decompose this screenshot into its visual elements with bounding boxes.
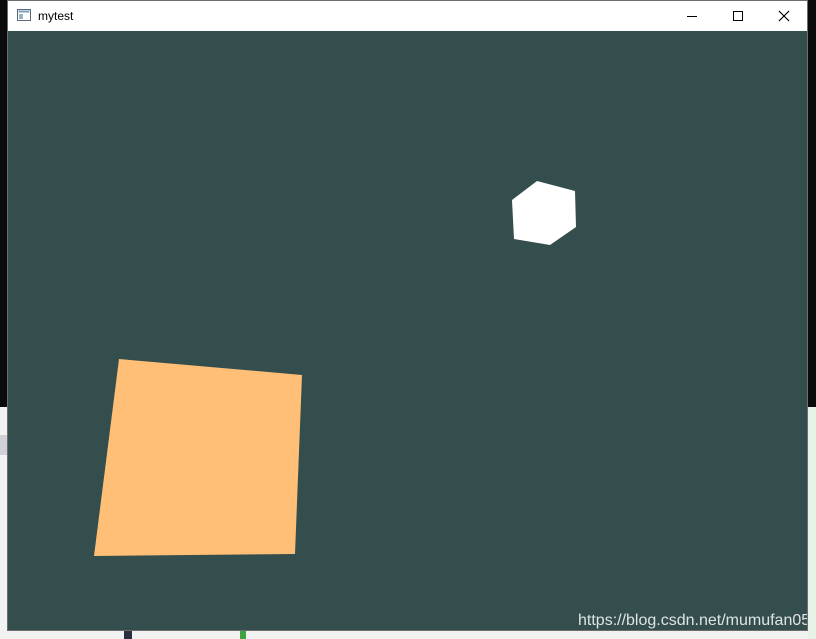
minimize-icon <box>687 16 697 17</box>
backdrop-bottom-marker <box>240 630 246 639</box>
app-window-icon <box>17 9 31 21</box>
orange-quad <box>94 359 302 556</box>
scene-canvas <box>94 181 576 556</box>
maximize-icon <box>733 11 743 21</box>
backdrop-right-strip <box>808 407 816 639</box>
close-icon <box>778 10 790 22</box>
white-cube <box>512 181 576 245</box>
watermark-url: https://blog.csdn.net/mumufan05 <box>578 612 807 629</box>
minimize-button[interactable] <box>669 1 715 31</box>
maximize-button[interactable] <box>715 1 761 31</box>
render-viewport[interactable]: https://blog.csdn.net/mumufan05 <box>8 31 807 630</box>
app-window: mytest https://blog.csdn.net/mumufan05 <box>7 0 808 631</box>
close-button[interactable] <box>761 1 807 31</box>
title-bar[interactable]: mytest <box>8 1 807 31</box>
window-title: mytest <box>38 9 74 23</box>
backdrop-bottom-bar <box>124 630 132 639</box>
